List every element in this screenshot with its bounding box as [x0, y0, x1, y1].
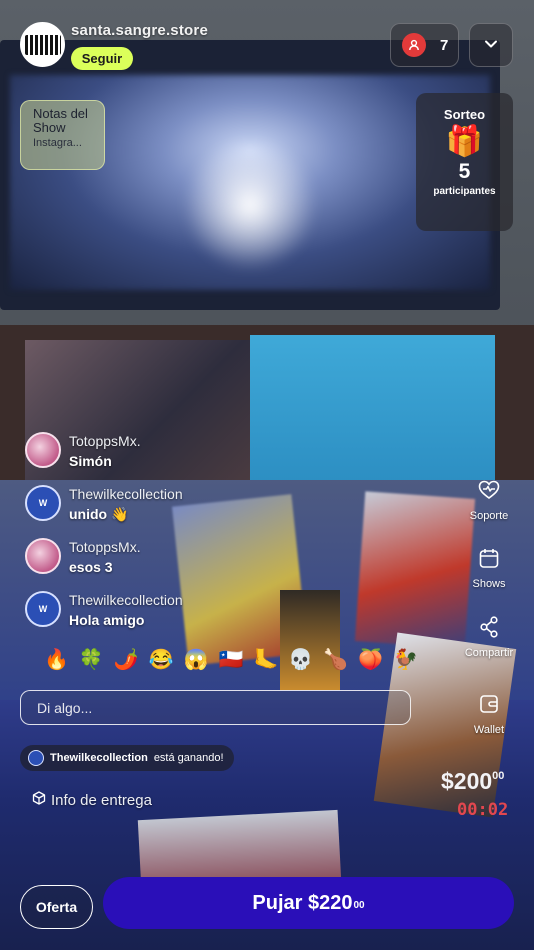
chat-message: W Thewilkecollection unido 👋 — [25, 485, 355, 538]
reaction-drumstick[interactable]: 🍗 — [323, 648, 348, 672]
auction-timer: 00:02 — [457, 800, 509, 820]
chat-username[interactable]: TotoppsMx. — [69, 539, 141, 555]
viewers-count: 7 — [440, 36, 449, 54]
show-notes-title: Notas del Show — [33, 106, 88, 135]
person-icon — [402, 33, 426, 57]
bid-cents: 00 — [353, 899, 365, 911]
chat-avatar[interactable]: W — [25, 485, 61, 521]
reaction-fire[interactable]: 🔥 — [44, 648, 69, 672]
wallet-label: Wallet — [473, 724, 505, 736]
share-button[interactable]: Compartir — [459, 615, 519, 659]
chat-text: unido 👋 — [69, 506, 129, 522]
support-button[interactable]: Soporte — [459, 478, 519, 522]
more-menu-button[interactable] — [469, 23, 513, 67]
reaction-chili[interactable]: 🌶️ — [114, 648, 139, 672]
viewers-button[interactable]: 7 — [390, 23, 459, 67]
seller-avatar[interactable] — [20, 22, 65, 67]
delivery-info-label: Info de entrega — [51, 791, 152, 809]
delivery-info-link[interactable]: Info de entrega — [32, 791, 152, 809]
chat-username[interactable]: Thewilkecollection — [69, 486, 183, 502]
reaction-clover[interactable]: 🍀 — [79, 648, 104, 672]
reaction-bar: 🔥 🍀 🌶️ 😂 😱 🇨🇱 🦶 💀 🍗 🍑 🐓 — [44, 648, 418, 672]
wallet-button[interactable]: Wallet — [459, 692, 519, 736]
price-main: $200 — [441, 768, 493, 794]
heart-pulse-icon — [477, 478, 501, 502]
chat-feed: TotoppsMx. Simón W Thewilkecollection un… — [25, 432, 355, 644]
chat-text: Simón — [69, 453, 112, 469]
chat-input[interactable]: Di algo... — [20, 690, 411, 725]
winner-username: Thewilkecollection — [50, 752, 148, 764]
bid-button[interactable]: Pujar $220 00 — [103, 877, 514, 929]
giveaway-title: Sorteo — [443, 107, 486, 122]
reaction-peach[interactable]: 🍑 — [358, 648, 383, 672]
chevron-down-icon — [484, 36, 498, 54]
giveaway-participant-count: 5 — [458, 160, 471, 183]
chat-text: Hola amigo — [69, 612, 145, 628]
shows-button[interactable]: Shows — [459, 546, 519, 590]
chat-username[interactable]: Thewilkecollection — [69, 592, 183, 608]
support-label: Soporte — [469, 510, 509, 522]
chat-text: esos 3 — [69, 559, 113, 575]
chat-avatar[interactable] — [25, 432, 61, 468]
wallet-icon — [477, 692, 501, 716]
reaction-skull[interactable]: 💀 — [288, 648, 313, 672]
seller-logo — [24, 34, 61, 55]
reaction-rooster[interactable]: 🐓 — [393, 648, 418, 672]
show-notes-subtitle: Instagra... — [33, 137, 82, 149]
chat-username[interactable]: TotoppsMx. — [69, 433, 141, 449]
winner-status: está ganando! — [153, 752, 224, 764]
reaction-chile-flag[interactable]: 🇨🇱 — [219, 648, 244, 672]
gift-icon: 🎁 — [445, 125, 484, 158]
package-icon — [32, 791, 46, 809]
reaction-foot[interactable]: 🦶 — [253, 648, 278, 672]
winner-avatar — [28, 750, 44, 766]
price-cents: 00 — [492, 770, 505, 782]
calendar-icon — [477, 546, 501, 570]
shows-label: Shows — [472, 578, 506, 590]
seller-name[interactable]: santa.sangre.store — [71, 22, 208, 39]
giveaway-participants-label: participantes — [433, 186, 496, 197]
reaction-scream[interactable]: 😱 — [184, 648, 209, 672]
chat-message: TotoppsMx. Simón — [25, 432, 355, 485]
follow-button[interactable]: Seguir — [71, 47, 133, 70]
chat-message: TotoppsMx. esos 3 — [25, 538, 355, 591]
offer-button[interactable]: Oferta — [20, 885, 93, 929]
bid-label: Pujar $220 — [252, 891, 353, 914]
chat-avatar[interactable] — [25, 538, 61, 574]
winning-bidder-badge: Thewilkecollection está ganando! — [20, 745, 234, 771]
share-label: Compartir — [464, 647, 514, 659]
show-notes-card[interactable]: Notas del Show Instagra... — [20, 100, 105, 170]
chat-message: W Thewilkecollection Hola amigo — [25, 591, 355, 644]
reaction-laugh[interactable]: 😂 — [149, 648, 174, 672]
current-price: $20000 — [441, 768, 504, 795]
giveaway-card[interactable]: Sorteo 🎁 5 participantes — [416, 93, 513, 231]
share-icon — [477, 615, 501, 639]
chat-avatar[interactable]: W — [25, 591, 61, 627]
